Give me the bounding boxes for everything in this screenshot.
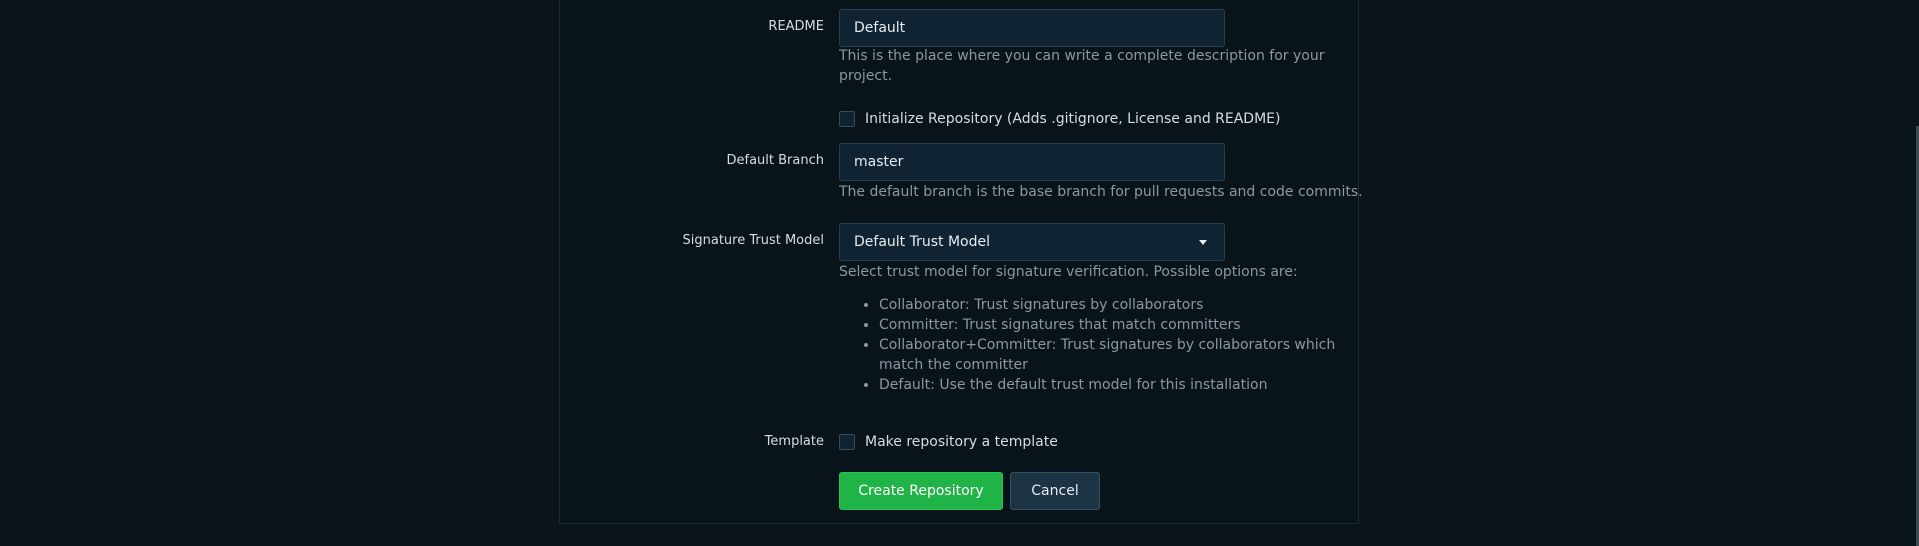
init-repo-row[interactable]: Initialize Repository (Adds .gitignore, … [839,109,1280,129]
list-item: Committer: Trust signatures that match c… [879,315,1359,335]
default-branch-label: Default Branch [726,153,825,168]
readme-help-line2: project. [839,68,893,84]
template-checkbox[interactable] [839,434,855,450]
trust-model-dropdown[interactable]: Default Trust Model [839,223,1225,261]
template-label: Template [764,434,824,449]
list-item: Collaborator+Committer: Trust signatures… [879,335,1359,375]
default-branch-input[interactable]: master [839,143,1225,181]
list-item: Collaborator: Trust signatures by collab… [879,295,1359,315]
trust-model-label: Signature Trust Model [682,233,825,248]
trust-model-value: Default Trust Model [854,234,990,250]
cancel-button[interactable]: Cancel [1010,472,1100,510]
template-checkbox-label: Make repository a template [865,434,1058,450]
caret-down-icon [1199,240,1207,245]
readme-help-line1: This is the place where you can write a … [839,48,1325,64]
create-repository-button[interactable]: Create Repository [839,472,1003,510]
init-repo-checkbox[interactable] [839,111,855,127]
template-row[interactable]: Make repository a template [839,432,1058,452]
trust-model-options-list: Collaborator: Trust signatures by collab… [839,295,1359,395]
default-branch-help: The default branch is the base branch fo… [839,184,1363,200]
readme-select[interactable]: Default [839,9,1225,47]
init-repo-label: Initialize Repository (Adds .gitignore, … [865,111,1281,127]
list-item: Default: Use the default trust model for… [879,375,1359,395]
trust-model-help: Select trust model for signature verific… [839,264,1298,280]
readme-label: README [768,19,824,34]
